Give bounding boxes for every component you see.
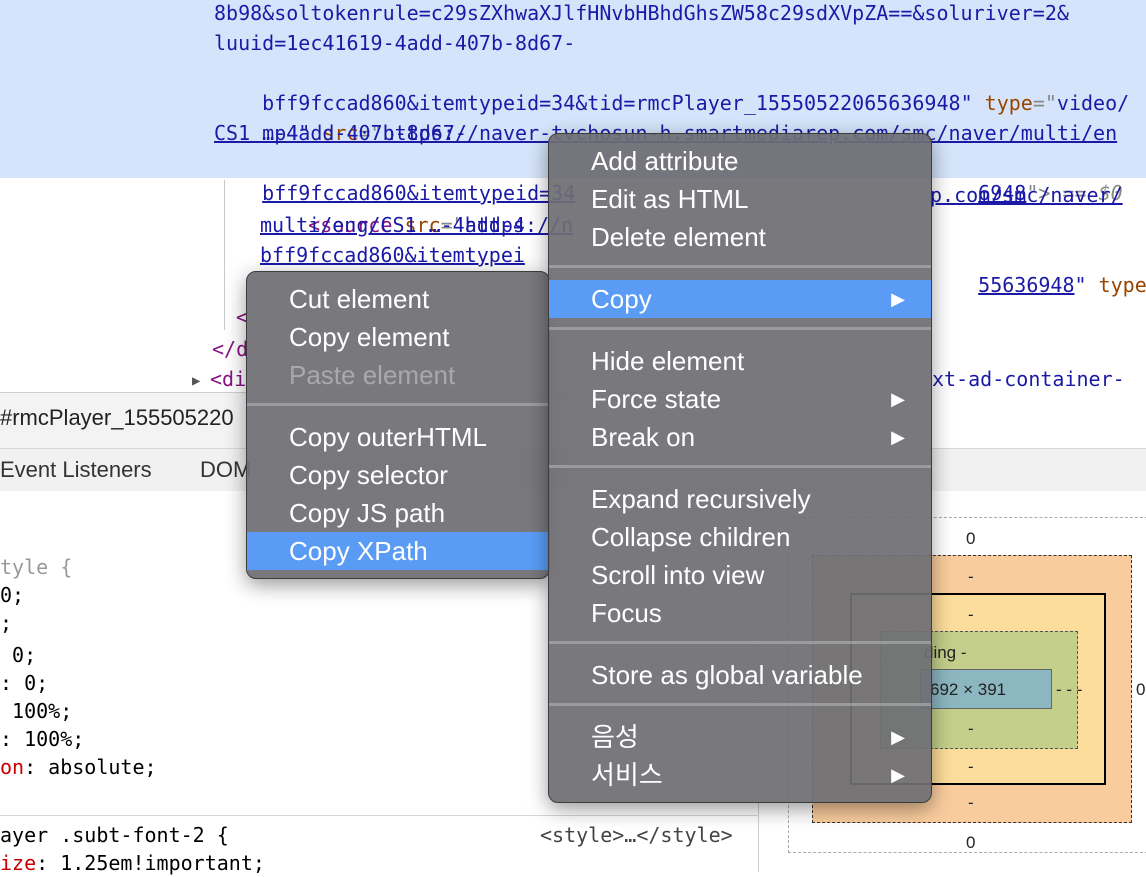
style-decl-value: 0; — [0, 583, 25, 607]
source-line-1[interactable]: <source src="https://n — [260, 180, 573, 237]
content-size[interactable]: 692 × 391 — [930, 680, 1006, 700]
menu-item-services[interactable]: 서비스 ▶ — [549, 756, 931, 794]
indent-guide — [224, 180, 225, 330]
menu-separator — [549, 641, 931, 644]
style-prop: ize — [0, 851, 37, 875]
menu-item-edit-as-html[interactable]: Edit as HTML — [549, 180, 931, 218]
style-decl[interactable]: 0; — [0, 641, 36, 669]
src-link-line-2[interactable]: CS1 …-4add-407b-8d67- — [214, 118, 467, 148]
menu-item-hide-element[interactable]: Hide element — [549, 342, 931, 380]
menu-item-copy-outerhtml[interactable]: Copy outerHTML — [247, 418, 549, 456]
style-selector-text: tyle { — [0, 555, 73, 579]
border-bottom-value[interactable]: - — [968, 757, 974, 777]
menu-item-paste-element: Paste element — [289, 360, 456, 390]
element-style-selector: tyle { — [0, 553, 72, 581]
style-decl-value: 0; — [0, 643, 37, 667]
menu-item-add-attribute[interactable]: Add attribute — [549, 142, 931, 180]
style-decl[interactable]: 0; — [0, 581, 24, 609]
quote: " — [1074, 273, 1099, 297]
menu-item-delete-element[interactable]: Delete element — [549, 218, 931, 256]
menu-separator — [549, 703, 931, 706]
style-decl-value: : 1.25em!important; — [36, 851, 265, 875]
selected-node-line-4[interactable]: mp4" src="https://naver-tvchosun-h.smart… — [214, 88, 1117, 145]
context-menu: Add attribute Edit as HTML Delete elemen… — [548, 133, 932, 803]
menu-item-copy-label: Copy — [591, 284, 652, 314]
close-div-partial[interactable]: </d — [212, 334, 248, 364]
style-decl[interactable]: 100%; — [0, 697, 72, 725]
menu-separator — [549, 465, 931, 468]
menu-item-cut-element[interactable]: Cut element — [247, 280, 549, 318]
style-decl-value: : 100%; — [0, 727, 85, 751]
menu-item-speech-label: 음성 — [591, 722, 639, 752]
menu-item-copy-selector[interactable]: Copy selector — [247, 456, 549, 494]
style-prop: on — [0, 755, 25, 779]
selected-node-line-2[interactable]: luuid=1ec41619-4add-407b-8d67- — [214, 28, 575, 58]
style-decl-value: ; — [0, 611, 13, 635]
style-decl[interactable]: : 100%; — [0, 725, 84, 753]
source-line-3-end: 55636948" type= — [930, 240, 1146, 297]
menu-item-speech[interactable]: 음성 ▶ — [549, 718, 931, 756]
menu-item-break-on[interactable]: Break on ▶ — [549, 418, 931, 456]
rule2-source-link[interactable]: <style>…</style> — [540, 821, 733, 849]
menu-separator — [247, 403, 549, 406]
selected-node-line-3[interactable]: bff9fccad860&itemtypeid=34&tid=rmcPlayer… — [214, 58, 1129, 115]
menu-item-copy-element[interactable]: Copy element — [247, 318, 549, 356]
margin-bottom-value[interactable]: 0 — [966, 833, 975, 853]
source-src-link-2[interactable]: multi/eng/CS1 …-4add-4 — [260, 210, 525, 240]
padding-top-value[interactable]: - — [968, 605, 974, 625]
selected-node-line-1[interactable]: 8b98&soltokenrule=c29sZXhwaXJlfHNvbHBhdG… — [214, 0, 1069, 28]
submenu-arrow-icon: ▶ — [891, 427, 905, 447]
menu-item-scroll-into-view[interactable]: Scroll into view — [549, 556, 931, 594]
submenu-arrow-icon: ▶ — [891, 389, 905, 409]
selected-node-end: 6948"> == $0 — [930, 148, 1123, 205]
menu-item-focus[interactable]: Focus — [549, 594, 931, 632]
menu-item-force-state-label: Force state — [591, 384, 722, 414]
menu-item-services-label: 서비스 — [591, 760, 663, 790]
tab-dom[interactable]: DOM — [200, 449, 251, 491]
source-src-link-3-end[interactable]: 55636948 — [978, 273, 1074, 297]
border-top-value[interactable]: - — [968, 567, 974, 587]
rule2-decl[interactable]: ize: 1.25em!important; — [0, 849, 265, 877]
source-src-link-end[interactable]: p.com/smc/naver/ — [930, 180, 1123, 210]
source-src-link-3[interactable]: bff9fccad860&itemtypei — [260, 240, 525, 270]
style-decl[interactable]: : 0; — [0, 669, 48, 697]
menu-item-expand-recursively[interactable]: Expand recursively — [549, 480, 931, 518]
rule2-selector: ayer .subt-font-2 { — [0, 823, 229, 847]
margin-top-value[interactable]: 0 — [966, 529, 975, 549]
style-decl-value: : 0; — [0, 671, 49, 695]
breadcrumb[interactable]: #rmcPlayer_155505220 — [0, 405, 234, 431]
style-decl-value: : absolute; — [24, 755, 157, 779]
margin-right-value[interactable]: 0 — [1136, 680, 1145, 700]
menu-item-copy-xpath[interactable]: Copy XPath — [247, 532, 549, 570]
submenu-arrow-icon: ▶ — [891, 727, 905, 747]
style-decl[interactable]: ; — [0, 609, 12, 637]
menu-item-copy[interactable]: Copy ▶ — [549, 280, 931, 318]
expand-arrow-icon[interactable]: ▶ — [192, 366, 200, 392]
right-values[interactable]: - - - — [1056, 680, 1082, 700]
submenu-arrow-icon: ▶ — [891, 765, 905, 785]
div-node-partial[interactable]: <di — [210, 364, 246, 392]
menu-separator — [549, 265, 931, 268]
menu-separator — [549, 327, 931, 330]
rule-divider — [0, 815, 758, 816]
copy-submenu: Cut element Copy element Paste element C… — [246, 271, 550, 579]
submenu-arrow-icon: ▶ — [891, 289, 905, 309]
style-decl-value: 100%; — [0, 699, 73, 723]
menu-item-break-on-label: Break on — [591, 422, 696, 452]
tab-event-listeners[interactable]: Event Listeners — [0, 449, 152, 491]
padding-bottom-value[interactable]: - — [968, 719, 974, 739]
source-type-attr: type= — [1098, 273, 1146, 297]
menu-item-force-state[interactable]: Force state ▶ — [549, 380, 931, 418]
style-decl[interactable]: on: absolute; — [0, 753, 157, 781]
menu-item-store-global-variable[interactable]: Store as global variable — [549, 656, 931, 694]
selected-node-line-6[interactable]: bff9fccad860&itemtypeid=34 — [214, 148, 575, 205]
menu-item-collapse-children[interactable]: Collapse children — [549, 518, 931, 556]
menu-item-copy-js-path[interactable]: Copy JS path — [247, 494, 549, 532]
div-class-value-end: xt-ad-container- — [932, 367, 1125, 391]
margin-bottom-dash[interactable]: - — [968, 793, 974, 813]
